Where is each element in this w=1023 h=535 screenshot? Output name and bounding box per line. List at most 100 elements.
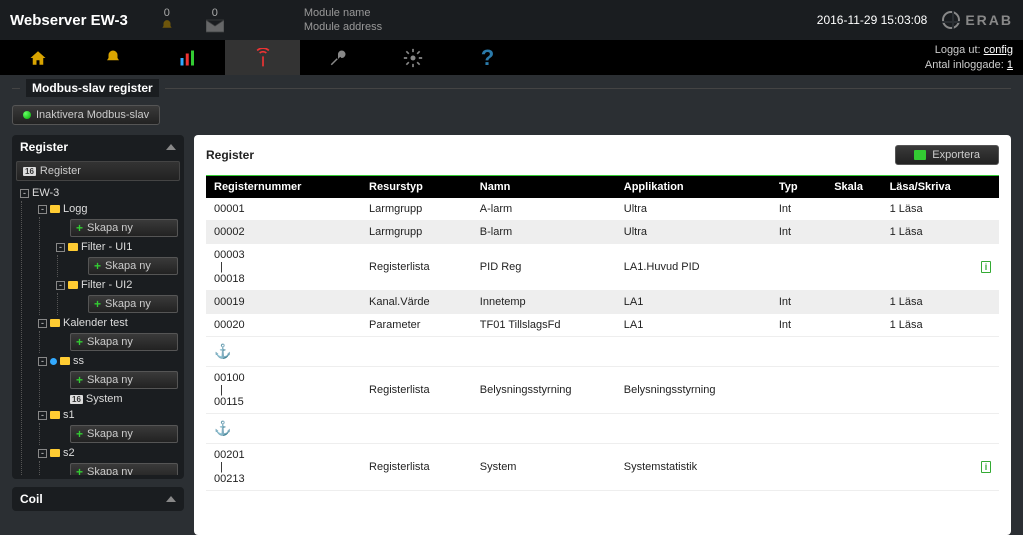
folder-icon [50, 449, 60, 457]
table-cell: 1 Läsa [882, 291, 971, 314]
tree-logg[interactable]: - Logg [34, 201, 180, 217]
info-icon[interactable]: i [981, 261, 991, 273]
tree-label: s1 [63, 409, 75, 421]
tree-label: Kalender test [63, 317, 128, 329]
info-cell [970, 367, 999, 414]
anchor-row: ⚓ [206, 337, 999, 367]
question-icon: ? [481, 45, 494, 71]
col-info [970, 176, 999, 199]
create-new-button[interactable]: +Skapa ny [70, 371, 178, 389]
table-row[interactable]: 00019Kanal.VärdeInnetempLA1Int1 Läsa [206, 291, 999, 314]
logged-in-count-link[interactable]: 1 [1007, 59, 1013, 71]
add-icon: + [76, 335, 83, 349]
create-new-button[interactable]: + Skapa ny [70, 333, 178, 351]
tree-s2[interactable]: - s2 [34, 445, 180, 461]
tree-filter-ui2[interactable]: -Filter - UI2 [52, 277, 180, 293]
info-icon[interactable]: i [981, 461, 991, 473]
nav-alarms[interactable] [75, 40, 150, 75]
brand-text: ERAB [965, 12, 1013, 28]
register-field[interactable]: 16 Register [16, 161, 180, 181]
tree-label: Logg [63, 203, 87, 215]
table-row[interactable]: 00001LarmgruppA-larmUltraInt1 Läsa [206, 198, 999, 221]
table-row[interactable]: 00201 | 00213RegisterlistaSystemSystemst… [206, 444, 999, 491]
add-icon: + [76, 427, 83, 441]
tree-label: s2 [63, 447, 75, 459]
collapse-icon[interactable]: - [56, 243, 65, 252]
create-new-button[interactable]: +Skapa ny [88, 295, 178, 313]
bell-icon [103, 49, 123, 67]
export-label: Exportera [932, 149, 980, 161]
collapse-icon[interactable]: - [38, 449, 47, 458]
table-row[interactable]: 00020ParameterTF01 TillslagsFdLA1Int1 Lä… [206, 314, 999, 337]
table-cell: Registerlista [361, 444, 472, 491]
export-button[interactable]: Exportera [895, 145, 999, 165]
table-header-row: Registernummer Resurstyp Namn Applikatio… [206, 176, 999, 199]
collapse-icon[interactable]: - [38, 411, 47, 420]
message-counter[interactable]: 0 [206, 7, 224, 33]
create-new-button[interactable]: +Skapa ny [88, 257, 178, 275]
coil-panel: Coil [12, 487, 184, 511]
create-new-button[interactable]: +Skapa ny [70, 219, 178, 237]
nav-charts[interactable] [150, 40, 225, 75]
table-cell: B-larm [472, 221, 616, 244]
table-row[interactable]: 00003 | 00018RegisterlistaPID RegLA1.Huv… [206, 244, 999, 291]
coil-panel-title: Coil [20, 492, 43, 506]
info-cell [970, 314, 999, 337]
collapse-icon[interactable]: - [56, 281, 65, 290]
nav-settings[interactable] [375, 40, 450, 75]
nav-tools[interactable] [300, 40, 375, 75]
table-cell: Belysningsstyrning [472, 367, 616, 414]
table-row[interactable]: 00100 | 00115RegisterlistaBelysningsstyr… [206, 367, 999, 414]
create-new-button[interactable]: +Skapa ny [70, 463, 178, 475]
btn-label: Skapa ny [87, 374, 133, 386]
nav-comm[interactable] [225, 40, 300, 75]
content: Register 16 Register -EW-3 - Logg + Skapa … [0, 135, 1023, 535]
logo-icon [942, 11, 960, 29]
num-badge-icon: 16 [70, 395, 83, 404]
tree-filter-ui1[interactable]: -Filter - UI1 [52, 239, 180, 255]
collapse-icon[interactable]: - [38, 357, 47, 366]
table-cell: Larmgrupp [361, 198, 472, 221]
table-cell: Int [771, 198, 826, 221]
coil-panel-header[interactable]: Coil [12, 487, 184, 511]
folder-icon [50, 411, 60, 419]
tree-system[interactable]: 16System [52, 391, 180, 407]
inactivate-label: Inaktivera Modbus-slav [36, 109, 149, 121]
tree-ss[interactable]: - ss [34, 353, 180, 369]
table-cell: Systemstatistik [616, 444, 771, 491]
table-cell [826, 291, 881, 314]
table-cell: 1 Läsa [882, 314, 971, 337]
table-row[interactable]: 00002LarmgruppB-larmUltraInt1 Läsa [206, 221, 999, 244]
table-cell [882, 444, 971, 491]
table-cell: PID Reg [472, 244, 616, 291]
add-icon: + [94, 259, 101, 273]
create-new-button[interactable]: +Skapa ny [70, 425, 178, 443]
table-cell: Registerlista [361, 244, 472, 291]
table-cell: 00020 [206, 314, 361, 337]
table-cell: Belysningsstyrning [616, 367, 771, 414]
collapse-icon[interactable]: - [38, 205, 47, 214]
add-icon: + [76, 465, 83, 475]
tree-root[interactable]: -EW-3 [16, 185, 180, 201]
nav-home[interactable] [0, 40, 75, 75]
sidebar: Register 16 Register -EW-3 - Logg + Skapa … [12, 135, 184, 535]
tree-label: ss [73, 355, 84, 367]
main-header: Register Exportera [206, 145, 999, 165]
export-icon [914, 150, 926, 160]
tree-s1[interactable]: - s1 [34, 407, 180, 423]
datetime: 2016-11-29 15:03:08 [817, 13, 928, 27]
collapse-icon[interactable]: - [20, 189, 29, 198]
btn-label: Skapa ny [87, 336, 133, 348]
nav-help[interactable]: ? [450, 40, 525, 75]
register-panel-header[interactable]: Register [12, 135, 184, 159]
register-table: Registernummer Resurstyp Namn Applikatio… [206, 175, 999, 491]
alarm-counter[interactable]: 0 [158, 7, 176, 33]
table-cell: 1 Läsa [882, 221, 971, 244]
tree-kalender[interactable]: - Kalender test [34, 315, 180, 331]
table-cell: Innetemp [472, 291, 616, 314]
inactivate-modbus-button[interactable]: Inaktivera Modbus-slav [12, 105, 160, 125]
logout-label: Logga ut: [935, 44, 981, 56]
logout-link[interactable]: config [984, 44, 1013, 56]
bell-icon [158, 19, 176, 33]
collapse-icon[interactable]: - [38, 319, 47, 328]
